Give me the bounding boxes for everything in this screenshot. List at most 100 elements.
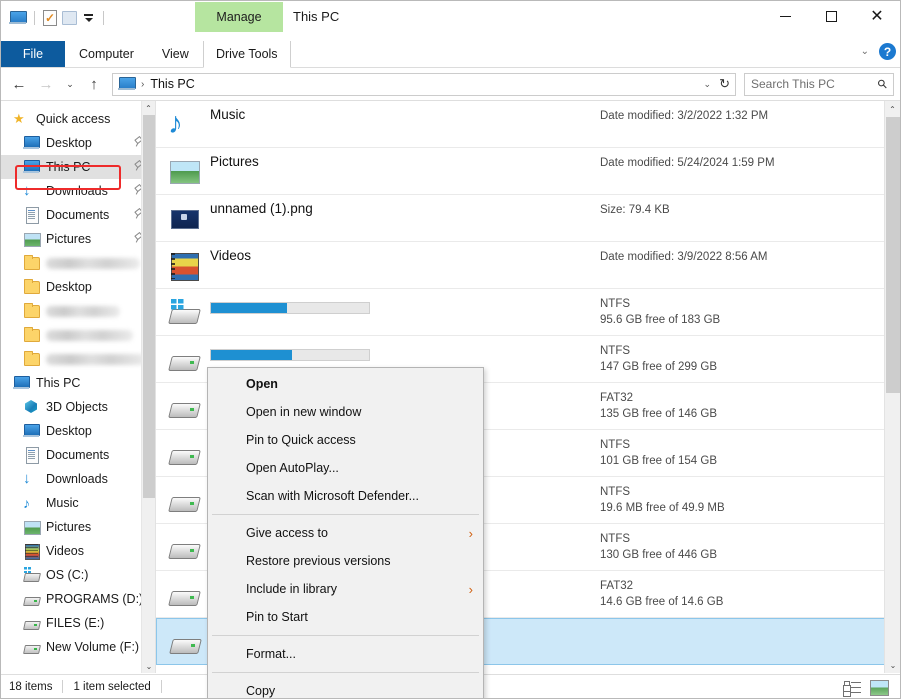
file-row-main: Music [210,101,600,122]
sidebar-item-3d-objects[interactable]: 3D Objects [1,395,155,419]
menu-item-pin-to-start[interactable]: Pin to Start [208,603,483,631]
sidebar-scrollbar[interactable]: ⌃ ⌄ [141,101,155,673]
sidebar-item-label: Videos [46,544,84,558]
scroll-up-icon[interactable]: ⌃ [142,101,155,115]
minimize-button[interactable] [762,1,808,32]
help-icon[interactable]: ? [879,43,896,60]
sidebar-item-videos[interactable]: Videos [1,539,155,563]
meta-line-2: Size: 79.4 KB [600,204,670,216]
folder-icon [23,351,40,367]
picture-icon [168,155,200,187]
sidebar-item-this-pc[interactable]: This PC [1,155,155,179]
nav-list: ★ Quick access Desktop This PC ↓ Downloads Doc… [1,107,155,659]
menu-item-open-autoplay[interactable]: Open AutoPlay... [208,454,483,482]
customize-icon[interactable] [82,14,95,22]
sidebar-item-pictures[interactable]: Pictures [1,227,155,251]
star-icon: ★ [13,111,25,126]
menu-item-restore-previous-versions[interactable]: Restore previous versions [208,547,483,575]
chevron-down-icon[interactable]: ⌄ [861,46,869,57]
sidebar-item-desktop[interactable]: Desktop [1,131,155,155]
scrollbar-thumb[interactable] [886,117,900,393]
refresh-icon[interactable]: ↻ [719,76,730,92]
menu-item-label: Pin to Start [246,610,308,624]
sidebar-item-documents[interactable]: Documents [1,443,155,467]
chevron-down-icon[interactable]: ⌄ [704,79,712,90]
menu-item-format[interactable]: Format... [208,640,483,668]
sidebar-item-desktop[interactable]: Desktop [1,275,155,299]
file-row-meta: Date modified: 5/24/2024 1:59 PM [600,148,900,171]
menu-item-label: Open AutoPlay... [246,461,339,475]
maximize-button[interactable] [808,1,854,32]
png-image-icon [168,202,200,234]
download-icon: ↓ [23,470,31,487]
back-button[interactable]: ← [7,72,31,96]
file-row[interactable]: unnamed (1).png Size: 79.4 KB [156,195,900,242]
menu-item-label: Open in new window [246,405,362,419]
divider [103,11,104,25]
sidebar-item-downloads[interactable]: ↓ Downloads [1,467,155,491]
this-pc-icon[interactable] [9,11,27,25]
sidebar-item-hidden-6[interactable] [1,251,155,275]
sidebar-item-hidden-10[interactable] [1,347,155,371]
menu-item-give-access-to[interactable]: Give access to › [208,519,483,547]
tab-drive-tools[interactable]: Drive Tools [202,41,291,68]
new-folder-icon[interactable] [62,11,77,25]
os-drive-icon [168,296,200,328]
menu-item-copy[interactable]: Copy [208,677,483,698]
quick-access-toolbar [1,1,107,35]
menu-item-open[interactable]: Open [208,370,483,398]
menu-item-include-in-library[interactable]: Include in library › [208,575,483,603]
meta-line-1: FAT32 [600,580,634,592]
scroll-down-icon[interactable]: ⌄ [885,657,900,673]
file-row[interactable]: NTFS 95.6 GB free of 183 GB [156,289,900,336]
file-row[interactable]: ♪ Music Date modified: 3/2/2022 1:32 PM [156,101,900,148]
details-view-icon[interactable] [844,679,862,695]
up-button[interactable]: ↑ [82,72,106,96]
sidebar-item-this-pc[interactable]: This PC [1,371,155,395]
tab-view[interactable]: View [148,41,203,67]
menu-item-label: Pin to Quick access [246,433,356,447]
breadcrumb-item-this-pc[interactable]: This PC [150,77,194,91]
capacity-bar [210,302,370,314]
menu-item-open-in-new-window[interactable]: Open in new window [208,398,483,426]
search-input[interactable]: Search This PC ⚲ [744,72,894,96]
sidebar-item-music[interactable]: ♪ Music [1,491,155,515]
sidebar-item-desktop[interactable]: Desktop [1,419,155,443]
sidebar-item-new-volume-f[interactable]: New Volume (F:) [1,635,155,659]
file-row[interactable]: Pictures Date modified: 5/24/2024 1:59 PM [156,148,900,195]
sidebar-item-programs-d[interactable]: PROGRAMS (D:) [1,587,155,611]
sidebar-item-label: Desktop [46,136,92,150]
meta-line-1: Date modified: 5/24/2024 1:59 PM [600,157,775,169]
scrollbar-thumb[interactable] [143,115,155,498]
sidebar-item-files-e[interactable]: FILES (E:) [1,611,155,635]
properties-icon[interactable] [43,10,57,26]
recent-locations-icon[interactable]: ⌄ [61,72,79,96]
scroll-down-icon[interactable]: ⌄ [142,659,155,673]
drive-icon [168,390,200,422]
drive-icon [168,578,200,610]
address-input[interactable]: › This PC ⌄ ↻ [112,72,736,96]
sidebar-item-hidden-8[interactable] [1,299,155,323]
music-icon: ♪ [23,495,30,511]
menu-item-label: Give access to [246,526,328,540]
sidebar-item-pictures[interactable]: Pictures [1,515,155,539]
menu-item-pin-to-quick-access[interactable]: Pin to Quick access [208,426,483,454]
large-icons-view-icon[interactable] [870,679,889,696]
sidebar-item-label: Downloads [46,472,108,486]
sidebar-item-quick-access[interactable]: ★ Quick access [1,107,155,131]
sidebar-item-label: PROGRAMS (D:) [46,592,144,606]
meta-line-1: FAT32 [600,392,634,404]
tab-computer[interactable]: Computer [65,41,148,67]
file-list-scrollbar[interactable]: ⌃ ⌄ [884,101,900,673]
scroll-up-icon[interactable]: ⌃ [885,101,900,117]
sidebar-item-hidden-9[interactable] [1,323,155,347]
file-row[interactable]: Videos Date modified: 3/9/2022 8:56 AM [156,242,900,289]
menu-item-scan-with-microsoft-defender[interactable]: Scan with Microsoft Defender... [208,482,483,510]
close-button[interactable]: ✕ [854,1,900,32]
tab-file[interactable]: File [1,41,65,67]
sidebar-item-documents[interactable]: Documents [1,203,155,227]
sidebar-item-downloads[interactable]: ↓ Downloads [1,179,155,203]
file-row-main: Pictures [210,148,600,169]
drive-icon [23,591,40,607]
sidebar-item-os-c[interactable]: OS (C:) [1,563,155,587]
